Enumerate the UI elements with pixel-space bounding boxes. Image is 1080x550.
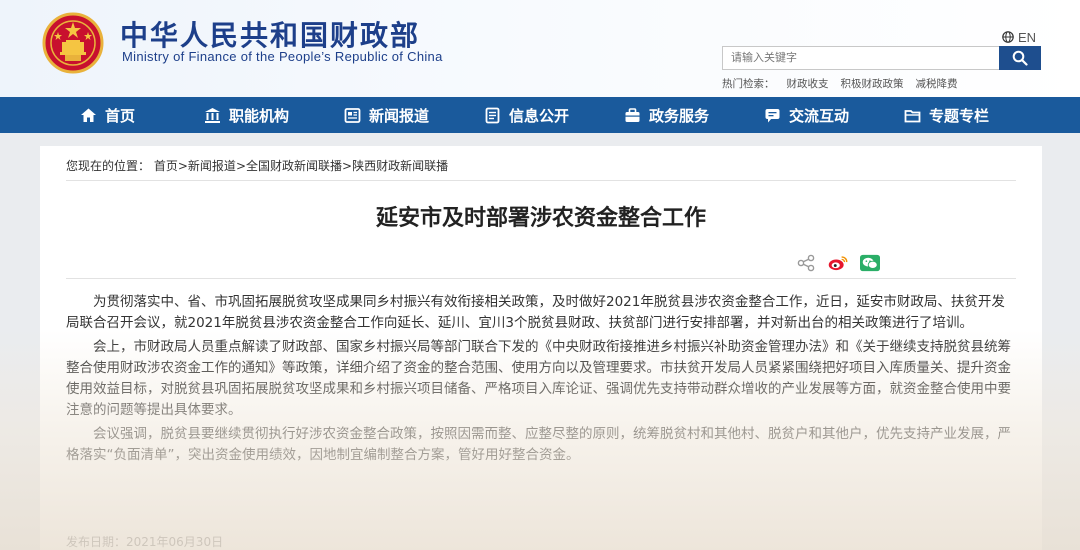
nav-label: 交流互动 <box>789 106 850 125</box>
hot-search-link[interactable]: 财政收支 <box>787 76 829 90</box>
nav-item-organization[interactable]: 职能机构 <box>204 97 289 133</box>
newspaper-icon <box>344 107 361 123</box>
search-input[interactable]: 请输入关键字 <box>722 46 1000 70</box>
hot-search-link[interactable]: 积极财政政策 <box>841 76 904 90</box>
service-icon <box>625 107 640 122</box>
divider <box>66 180 1016 181</box>
nav-label: 信息公开 <box>509 106 570 125</box>
breadcrumb-separator: > <box>177 159 188 173</box>
article-body: 为贯彻落实中、省、市巩固拓展脱贫攻坚成果同乡村振兴有效衔接相关政策，及时做好20… <box>66 292 1016 469</box>
chat-icon <box>765 108 780 122</box>
hot-search-label: 热门检索： <box>722 78 775 90</box>
breadcrumb-link[interactable]: 陕西财政新闻联播 <box>352 159 448 173</box>
article-paragraph: 为贯彻落实中、省、市巩固拓展脱贫攻坚成果同乡村振兴有效衔接相关政策，及时做好20… <box>66 294 1005 331</box>
breadcrumb-link[interactable]: 全国财政新闻联播 <box>246 159 342 173</box>
breadcrumb-link[interactable]: 新闻报道 <box>188 159 236 173</box>
nav-label: 专题专栏 <box>929 106 990 125</box>
nav-label: 新闻报道 <box>369 106 430 125</box>
building-icon <box>205 107 220 123</box>
article-title: 延安市及时部署涉农资金整合工作 <box>375 206 706 231</box>
breadcrumb-separator: > <box>342 159 353 173</box>
language-switch[interactable]: EN <box>1002 29 1036 45</box>
weibo-icon[interactable] <box>828 254 848 272</box>
breadcrumb-separator: > <box>235 159 246 173</box>
divider <box>66 278 1016 279</box>
site-title-cn[interactable]: 中华人民共和国财政部 <box>120 14 420 54</box>
article-paragraph: 会上，市财政局人员重点解读了财政部、国家乡村振兴局等部门联合下发的《中央财政衔接… <box>66 339 1011 418</box>
site-header: 中华人民共和国财政部 Ministry of Finance of the Pe… <box>0 0 1080 97</box>
article-paragraph: 会议强调，脱贫县要继续贯彻执行好涉农资金整合政策，按照因需而整、应整尽整的原则，… <box>66 426 1011 463</box>
nav-label: 首页 <box>105 106 136 125</box>
site-title-en: Ministry of Finance of the People’s Repu… <box>122 49 443 64</box>
nav-label: 政务服务 <box>649 106 710 125</box>
search-icon <box>1012 50 1028 66</box>
nav-item-special-topics[interactable]: 专题专栏 <box>904 97 989 133</box>
document-icon <box>485 107 500 123</box>
language-label: EN <box>1018 29 1037 45</box>
breadcrumb: 您现在的位置： 首页>新闻报道>全国财政新闻联播>陕西财政新闻联播 <box>66 157 1016 173</box>
nav-label: 职能机构 <box>229 106 290 125</box>
publish-date: 发布日期：2021年06月30日 <box>66 535 224 549</box>
breadcrumb-prefix: 您现在的位置： <box>66 159 151 173</box>
home-icon <box>81 108 96 122</box>
nav-item-home[interactable]: 首页 <box>80 97 135 133</box>
nav-item-interaction[interactable]: 交流互动 <box>764 97 849 133</box>
breadcrumb-link[interactable]: 首页 <box>154 159 178 173</box>
search-button[interactable] <box>999 46 1041 70</box>
globe-icon <box>1002 31 1014 43</box>
nav-item-gov-service[interactable]: 政务服务 <box>624 97 709 133</box>
hot-search: 热门检索： 财政收支 积极财政政策 减税降费 <box>722 76 958 90</box>
nav-item-news[interactable]: 新闻报道 <box>344 97 429 133</box>
wechat-icon[interactable] <box>860 254 880 272</box>
national-emblem-icon <box>42 12 104 74</box>
nav-item-info-disclosure[interactable]: 信息公开 <box>484 97 569 133</box>
share-bar <box>796 253 880 273</box>
hot-search-link[interactable]: 减税降费 <box>916 76 958 90</box>
folder-icon <box>904 109 921 122</box>
main-nav: 首页 职能机构 新闻报道 信息公开 政务服务 交流互动 专题专栏 <box>0 97 1080 133</box>
share-icon[interactable] <box>796 254 816 272</box>
